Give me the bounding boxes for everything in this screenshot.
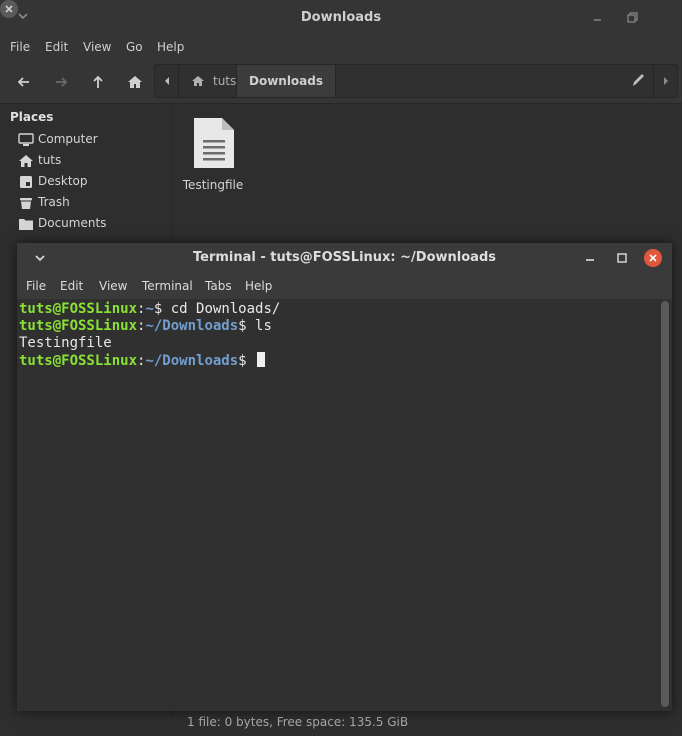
text-cursor bbox=[257, 352, 266, 367]
desktop-icon bbox=[20, 176, 32, 188]
menu-go[interactable]: Go bbox=[126, 40, 143, 54]
sidebar-item-label: Desktop bbox=[38, 174, 88, 188]
sidebar-item-label: Computer bbox=[38, 132, 98, 146]
pathbar-current-segment[interactable]: Downloads bbox=[236, 65, 336, 97]
command-text: $ ls bbox=[238, 318, 272, 334]
terminal-scrollbar[interactable] bbox=[661, 301, 669, 707]
menu-view[interactable]: View bbox=[83, 40, 111, 54]
terminal-line: Testingfile bbox=[19, 335, 112, 351]
prompt-user: tuts@FOSSLinux bbox=[19, 301, 138, 317]
terminal-titlebar[interactable]: Terminal - tuts@FOSSLinux: ~/Downloads bbox=[17, 243, 672, 273]
text-file-icon bbox=[194, 118, 234, 168]
maximize-icon[interactable] bbox=[615, 251, 629, 265]
sidebar-item-tuts[interactable]: tuts bbox=[18, 151, 168, 171]
window-title: Downloads bbox=[300, 10, 382, 25]
menu-view[interactable]: View bbox=[99, 279, 127, 293]
folder-icon bbox=[19, 219, 33, 230]
prompt-path: ~/Downloads bbox=[145, 318, 239, 334]
up-arrow-icon[interactable] bbox=[88, 72, 108, 92]
terminal-line: tuts@FOSSLinux:~/Downloads$ ls bbox=[19, 318, 272, 334]
pathbar-home-label: tuts bbox=[213, 74, 237, 88]
close-icon bbox=[649, 254, 657, 262]
terminal-title: Terminal - tuts@FOSSLinux: ~/Downloads bbox=[193, 250, 496, 265]
command-output: Testingfile bbox=[19, 335, 112, 351]
home-icon bbox=[192, 76, 204, 86]
pathbar: tuts Downloads bbox=[154, 64, 678, 98]
prompt-path: ~ bbox=[145, 301, 154, 317]
terminal-line: tuts@FOSSLinux:~/Downloads$ bbox=[19, 352, 266, 369]
file-manager-titlebar[interactable]: Downloads bbox=[0, 0, 682, 36]
file-item[interactable]: Testingfile bbox=[182, 116, 244, 196]
minimize-icon[interactable] bbox=[590, 10, 606, 26]
minimize-icon[interactable] bbox=[583, 251, 597, 265]
terminal-output[interactable]: tuts@FOSSLinux:~$ cd Downloads/ tuts@FOS… bbox=[17, 299, 672, 711]
home-icon bbox=[19, 155, 33, 167]
terminal-window: Terminal - tuts@FOSSLinux: ~/Downloads F… bbox=[17, 243, 672, 711]
file-name-label: Testingfile bbox=[182, 178, 244, 192]
trash-icon bbox=[20, 198, 32, 209]
forward-arrow-icon[interactable] bbox=[51, 72, 71, 92]
sidebar-item-trash[interactable]: Trash bbox=[18, 193, 168, 213]
pencil-icon bbox=[633, 74, 644, 86]
prompt-path: ~/Downloads bbox=[145, 353, 239, 369]
sidebar-item-label: Trash bbox=[38, 195, 70, 209]
terminal-line: tuts@FOSSLinux:~$ cd Downloads/ bbox=[19, 301, 280, 317]
pathbar-scroll-left[interactable] bbox=[155, 65, 179, 97]
terminal-menubar: File Edit View Terminal Tabs Help bbox=[17, 273, 672, 299]
restore-icon[interactable] bbox=[624, 10, 640, 26]
sidebar-section-title: Places bbox=[10, 110, 54, 124]
file-manager-menubar: File Edit View Go Help bbox=[0, 36, 682, 60]
prompt-user: tuts@FOSSLinux bbox=[19, 318, 138, 334]
status-bar: 1 file: 0 bytes, Free space: 135.5 GiB bbox=[174, 712, 682, 736]
menu-help[interactable]: Help bbox=[157, 40, 184, 54]
sidebar-item-desktop[interactable]: Desktop bbox=[18, 172, 168, 192]
menu-edit[interactable]: Edit bbox=[60, 279, 83, 293]
caret-left-icon bbox=[165, 77, 169, 85]
menu-file[interactable]: File bbox=[26, 279, 46, 293]
back-arrow-icon[interactable] bbox=[14, 72, 34, 92]
pathbar-edit-button[interactable] bbox=[625, 65, 653, 97]
sidebar-item-computer[interactable]: Computer bbox=[18, 130, 168, 150]
command-text: $ bbox=[238, 353, 256, 369]
command-text: $ cd Downloads/ bbox=[153, 301, 281, 317]
computer-icon bbox=[18, 133, 34, 146]
menu-terminal[interactable]: Terminal bbox=[142, 279, 193, 293]
sidebar-item-label: Documents bbox=[38, 216, 107, 230]
menu-help[interactable]: Help bbox=[245, 279, 272, 293]
caret-right-icon bbox=[664, 77, 668, 85]
sidebar-item-label: tuts bbox=[38, 153, 62, 167]
menu-edit[interactable]: Edit bbox=[45, 40, 68, 54]
close-button[interactable] bbox=[644, 249, 662, 267]
status-text: 1 file: 0 bytes, Free space: 135.5 GiB bbox=[187, 715, 409, 729]
menu-file[interactable]: File bbox=[10, 40, 30, 54]
home-icon[interactable] bbox=[125, 72, 145, 92]
sidebar-item-documents[interactable]: Documents bbox=[18, 214, 168, 234]
prompt-user: tuts@FOSSLinux bbox=[19, 353, 138, 369]
menu-tabs[interactable]: Tabs bbox=[205, 279, 232, 293]
pathbar-scroll-right[interactable] bbox=[653, 65, 677, 97]
